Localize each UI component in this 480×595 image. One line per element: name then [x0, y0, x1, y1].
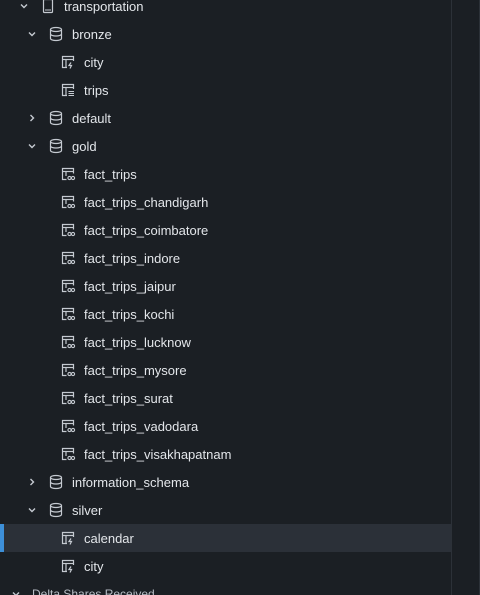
chevron-down-icon[interactable]	[8, 586, 24, 595]
table-row-gold[interactable]: fact_trips	[0, 160, 452, 188]
table-view-icon	[60, 250, 76, 266]
database-icon	[48, 26, 64, 42]
table-label: trips	[84, 82, 109, 98]
table-label: fact_trips_chandigarh	[84, 194, 209, 210]
right-panel-edge	[451, 0, 480, 595]
table-view-icon	[60, 362, 76, 378]
table-stream-icon	[60, 530, 76, 546]
table-label: fact_trips_vadodara	[84, 418, 199, 434]
table-row-gold[interactable]: fact_trips_visakhapatnam	[0, 440, 452, 468]
table-row-silver-calendar[interactable]: calendar	[0, 524, 452, 552]
table-row-bronze-trips[interactable]: trips	[0, 76, 452, 104]
table-label: fact_trips_visakhapatnam	[84, 446, 232, 462]
table-view-icon	[60, 446, 76, 462]
table-label: fact_trips_kochi	[84, 306, 175, 322]
chevron-right-icon[interactable]	[24, 474, 40, 490]
table-label: fact_trips_mysore	[84, 362, 187, 378]
tree-node-label: silver	[72, 502, 103, 518]
table-label: fact_trips_coimbatore	[84, 222, 209, 238]
table-view-icon	[60, 418, 76, 434]
table-row-silver-city[interactable]: city	[0, 552, 452, 580]
table-label: city	[84, 54, 104, 70]
table-label: fact_trips	[84, 166, 137, 182]
catalog-tree: transportation bronze city trips default…	[0, 0, 452, 595]
database-icon	[48, 138, 64, 154]
chevron-down-icon[interactable]	[16, 0, 32, 14]
database-icon	[48, 474, 64, 490]
table-view-icon	[60, 166, 76, 182]
tree-node-bronze[interactable]: bronze	[0, 20, 452, 48]
table-stream-icon	[60, 82, 76, 98]
tree-node-default[interactable]: default	[0, 104, 452, 132]
table-view-icon	[60, 278, 76, 294]
table-label: fact_trips_surat	[84, 390, 173, 406]
table-row-gold[interactable]: fact_trips_indore	[0, 244, 452, 272]
database-icon	[48, 502, 64, 518]
tree-node-label: information_schema	[72, 474, 190, 490]
table-row-gold[interactable]: fact_trips_coimbatore	[0, 216, 452, 244]
table-row-bronze-city[interactable]: city	[0, 48, 452, 76]
table-stream-icon	[60, 558, 76, 574]
section-label: Delta Shares Received	[32, 587, 155, 595]
table-label: city	[84, 558, 104, 574]
chevron-down-icon[interactable]	[24, 502, 40, 518]
tree-node-label: bronze	[72, 26, 112, 42]
tree-node-label: gold	[72, 138, 97, 154]
tree-node-gold[interactable]: gold	[0, 132, 452, 160]
table-row-gold[interactable]: fact_trips_lucknow	[0, 328, 452, 356]
table-label: fact_trips_jaipur	[84, 278, 176, 294]
catalog-icon	[40, 0, 56, 14]
table-view-icon	[60, 222, 76, 238]
section-delta-shares[interactable]: Delta Shares Received	[0, 580, 452, 595]
table-view-icon	[60, 390, 76, 406]
table-stream-icon	[60, 54, 76, 70]
chevron-down-icon[interactable]	[24, 138, 40, 154]
table-row-gold[interactable]: fact_trips_vadodara	[0, 412, 452, 440]
database-icon	[48, 110, 64, 126]
chevron-down-icon[interactable]	[24, 26, 40, 42]
chevron-right-icon[interactable]	[24, 110, 40, 126]
table-view-icon	[60, 306, 76, 322]
table-row-gold[interactable]: fact_trips_mysore	[0, 356, 452, 384]
table-row-gold[interactable]: fact_trips_surat	[0, 384, 452, 412]
table-view-icon	[60, 334, 76, 350]
table-label: fact_trips_indore	[84, 250, 181, 266]
tree-node-silver[interactable]: silver	[0, 496, 452, 524]
table-view-icon	[60, 194, 76, 210]
tree-node-transportation[interactable]: transportation	[0, 0, 452, 20]
tree-node-label: default	[72, 110, 112, 126]
table-label: calendar	[84, 530, 134, 546]
table-row-gold[interactable]: fact_trips_jaipur	[0, 272, 452, 300]
table-row-gold[interactable]: fact_trips_chandigarh	[0, 188, 452, 216]
table-label: fact_trips_lucknow	[84, 334, 191, 350]
tree-node-information-schema[interactable]: information_schema	[0, 468, 452, 496]
table-row-gold[interactable]: fact_trips_kochi	[0, 300, 452, 328]
tree-node-label: transportation	[64, 0, 144, 14]
